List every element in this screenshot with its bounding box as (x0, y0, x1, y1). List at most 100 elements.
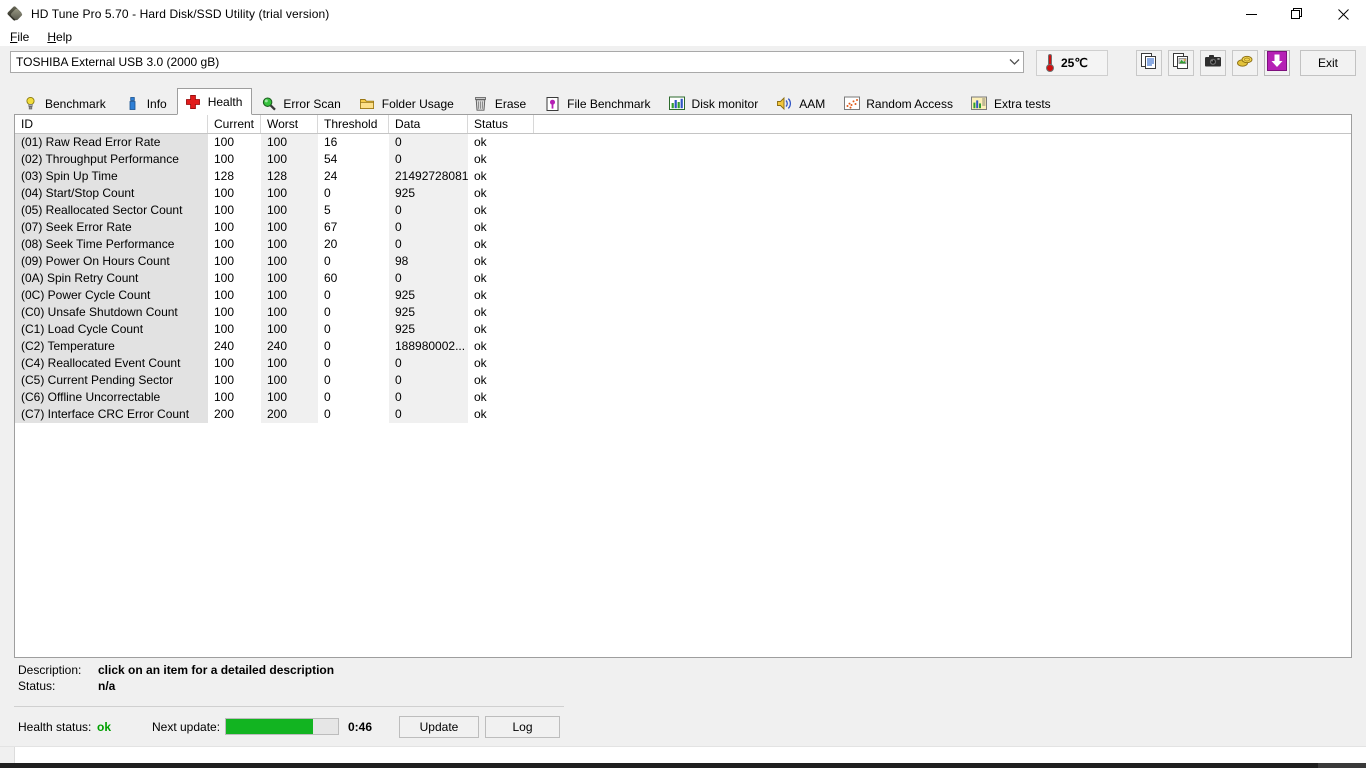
cell-threshold: 54 (318, 151, 389, 168)
cell-threshold: 0 (318, 406, 389, 423)
table-row[interactable]: (C1) Load Cycle Count 100 100 0 925 ok (15, 321, 1351, 338)
tab-erase[interactable]: Erase (464, 91, 536, 115)
cell-threshold: 0 (318, 287, 389, 304)
cell-current: 128 (208, 168, 261, 185)
table-row[interactable]: (02) Throughput Performance 100 100 54 0 ok (15, 151, 1351, 168)
menu-help[interactable]: Help (39, 29, 80, 46)
smart-attributes-panel: ID Current Worst Threshold Data Status (… (14, 114, 1352, 658)
tab-random-access[interactable]: Random Access (835, 91, 963, 115)
cell-id: (01) Raw Read Error Rate (15, 134, 208, 151)
hd-tune-pro-window: HD Tune Pro 5.70 - Hard Disk/SSD Utility… (0, 0, 1366, 768)
next-update-progress-bar (225, 718, 339, 735)
cell-current: 100 (208, 253, 261, 270)
column-header-current[interactable]: Current (208, 115, 261, 133)
table-row[interactable]: (C7) Interface CRC Error Count 200 200 0 0 ok (15, 406, 1351, 423)
tab-aam[interactable]: AAM (768, 91, 835, 115)
cell-current: 100 (208, 219, 261, 236)
trash-icon (472, 95, 489, 112)
health-status-value: ok (97, 720, 112, 734)
tab-info[interactable]: Info (116, 91, 177, 115)
table-row[interactable]: (C0) Unsafe Shutdown Count 100 100 0 925 ok (15, 304, 1351, 321)
cell-status: ok (468, 321, 534, 338)
copy-image-icon (1172, 52, 1190, 75)
column-header-threshold[interactable]: Threshold (318, 115, 389, 133)
cell-threshold: 0 (318, 372, 389, 389)
tab-health[interactable]: Health (176, 88, 253, 115)
table-row[interactable]: (04) Start/Stop Count 100 100 0 925 ok (15, 185, 1351, 202)
next-update-label: Next update: (152, 720, 221, 734)
cell-status: ok (468, 253, 534, 270)
tab-disk-monitor[interactable]: Disk monitor (661, 91, 769, 115)
cell-current: 100 (208, 389, 261, 406)
cell-data: 0 (389, 151, 468, 168)
minimize-button[interactable] (1228, 0, 1274, 28)
table-row[interactable]: (C5) Current Pending Sector 100 100 0 0 ok (15, 372, 1351, 389)
cell-status: ok (468, 338, 534, 355)
copy-image-button[interactable] (1168, 50, 1194, 76)
cell-threshold: 67 (318, 219, 389, 236)
cell-data: 925 (389, 304, 468, 321)
cell-status: ok (468, 134, 534, 151)
tab-folder-usage-label: Folder Usage (381, 96, 454, 111)
thermometer-icon (1043, 53, 1057, 73)
cell-status: ok (468, 372, 534, 389)
cell-id: (C6) Offline Uncorrectable (15, 389, 208, 406)
title-bar: HD Tune Pro 5.70 - Hard Disk/SSD Utility… (0, 0, 1366, 29)
column-header-status[interactable]: Status (468, 115, 534, 133)
cell-worst: 100 (261, 389, 318, 406)
cell-current: 100 (208, 270, 261, 287)
cell-worst: 100 (261, 372, 318, 389)
tab-error-scan[interactable]: Error Scan (252, 91, 350, 115)
cell-current: 100 (208, 304, 261, 321)
red-cross-icon (185, 93, 202, 110)
table-row[interactable]: (0A) Spin Retry Count 100 100 60 0 ok (15, 270, 1351, 287)
next-update-time: 0:46 (348, 720, 373, 734)
table-row[interactable]: (07) Seek Error Rate 100 100 67 0 ok (15, 219, 1351, 236)
table-row[interactable]: (05) Reallocated Sector Count 100 100 5 0 ok (15, 202, 1351, 219)
cell-status: ok (468, 270, 534, 287)
column-header-id[interactable]: ID (15, 115, 208, 133)
health-status-label: Health status: (18, 720, 92, 734)
table-row[interactable]: (03) Spin Up Time 128 128 24 21492728081 ok (15, 168, 1351, 185)
column-header-data[interactable]: Data (389, 115, 468, 133)
table-row[interactable]: (09) Power On Hours Count 100 100 0 98 ok (15, 253, 1351, 270)
close-button[interactable] (1320, 0, 1366, 28)
cell-id: (03) Spin Up Time (15, 168, 208, 185)
exit-button[interactable]: Exit (1300, 50, 1356, 76)
cell-current: 100 (208, 287, 261, 304)
table-row[interactable]: (C4) Reallocated Event Count 100 100 0 0 ok (15, 355, 1351, 372)
menu-file[interactable]: File (2, 29, 37, 46)
tab-info-label: Info (146, 96, 167, 111)
window-title: HD Tune Pro 5.70 - Hard Disk/SSD Utility… (31, 7, 330, 21)
cell-status: ok (468, 168, 534, 185)
tab-health-label: Health (207, 94, 243, 109)
table-row[interactable]: (0C) Power Cycle Count 100 100 0 925 ok (15, 287, 1351, 304)
table-row[interactable]: (08) Seek Time Performance 100 100 20 0 ok (15, 236, 1351, 253)
tab-extra-tests[interactable]: Extra tests (963, 91, 1061, 115)
column-header-worst[interactable]: Worst (261, 115, 318, 133)
download-button[interactable] (1264, 50, 1290, 76)
log-button[interactable]: Log (485, 716, 560, 738)
coins-button[interactable] (1232, 50, 1258, 76)
cell-data: 0 (389, 134, 468, 151)
screenshot-button[interactable] (1200, 50, 1226, 76)
cell-data: 0 (389, 270, 468, 287)
tab-erase-label: Erase (494, 96, 527, 111)
table-row[interactable]: (C6) Offline Uncorrectable 100 100 0 0 ok (15, 389, 1351, 406)
cell-current: 100 (208, 185, 261, 202)
update-button[interactable]: Update (399, 716, 479, 738)
restore-button[interactable] (1274, 0, 1320, 28)
table-row[interactable]: (C2) Temperature 240 240 0 188980002... ok (15, 338, 1351, 355)
cell-worst: 100 (261, 185, 318, 202)
cell-worst: 100 (261, 287, 318, 304)
cell-id: (04) Start/Stop Count (15, 185, 208, 202)
cell-status: ok (468, 185, 534, 202)
copy-text-button[interactable] (1136, 50, 1162, 76)
cell-data: 98 (389, 253, 468, 270)
table-row[interactable]: (01) Raw Read Error Rate 100 100 16 0 ok (15, 134, 1351, 151)
drive-select-dropdown[interactable]: TOSHIBA External USB 3.0 (2000 gB) (10, 51, 1024, 73)
tab-benchmark[interactable]: Benchmark (14, 91, 116, 115)
tab-folder-usage[interactable]: Folder Usage (351, 91, 464, 115)
tab-file-benchmark[interactable]: File Benchmark (536, 91, 660, 115)
cell-current: 100 (208, 355, 261, 372)
